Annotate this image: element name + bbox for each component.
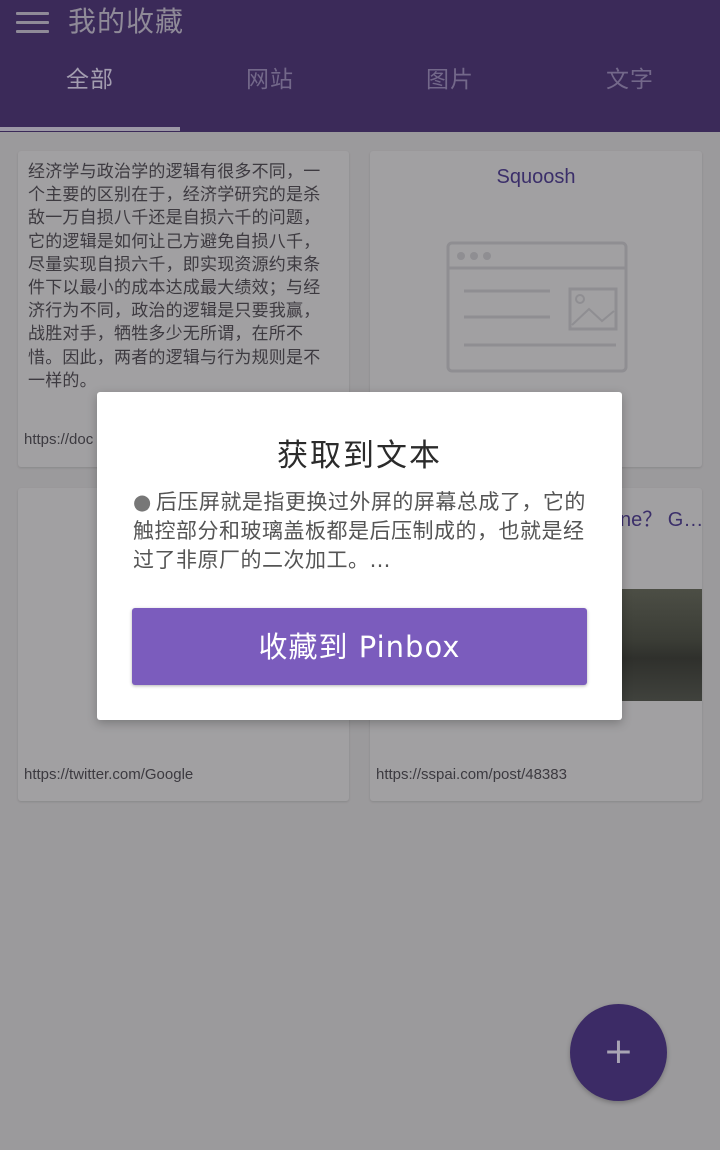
plus-icon: + — [603, 1031, 634, 1072]
tab-websites[interactable]: 网站 — [180, 58, 360, 106]
tab-images[interactable]: 图片 — [360, 58, 540, 106]
tab-bar: 全部 网站 图片 文字 — [0, 58, 720, 106]
dialog-body: ● 后压屏就是指更换过外屏的屏幕总成了，它的触控部分和玻璃盖板都是后压制成的，也就… — [133, 488, 588, 576]
add-button[interactable]: + — [570, 1004, 667, 1101]
captured-text-dialog: 获取到文本 ● 后压屏就是指更换过外屏的屏幕总成了，它的触控部分和玻璃盖板都是后压… — [97, 392, 622, 720]
dialog-title: 获取到文本 — [277, 438, 442, 474]
browser-window-icon — [446, 241, 628, 373]
tab-indicator — [0, 127, 180, 131]
app-bar: 我的收藏 全部 网站 图片 文字 — [0, 0, 720, 132]
card-snippet-text: 经济学与政治学的逻辑有很多不同，一个主要的区别在于，经济学研究的是杀敌一万自损八… — [28, 162, 321, 391]
card-title: Squoosh — [496, 166, 576, 188]
tab-text[interactable]: 文字 — [540, 58, 720, 106]
dialog-body-text: 后压屏就是指更换过外屏的屏幕总成了，它的触控部分和玻璃盖板都是后压制成的，也就是… — [133, 490, 586, 572]
save-to-pinbox-label: 收藏到 Pinbox — [258, 630, 461, 664]
card-url: https://twitter.com/Google — [24, 766, 194, 783]
page-title: 我的收藏 — [68, 5, 185, 38]
bullet-icon: ● — [133, 490, 152, 514]
save-to-pinbox-button[interactable]: 收藏到 Pinbox — [132, 608, 587, 685]
card-title: ne？ G… — [620, 509, 704, 531]
tab-all[interactable]: 全部 — [0, 58, 180, 106]
menu-icon[interactable] — [16, 10, 50, 34]
card-url: https://doc — [24, 431, 94, 448]
card-thumbnail-image — [622, 589, 702, 701]
card-url: https://sspai.com/post/48383 — [376, 766, 567, 783]
